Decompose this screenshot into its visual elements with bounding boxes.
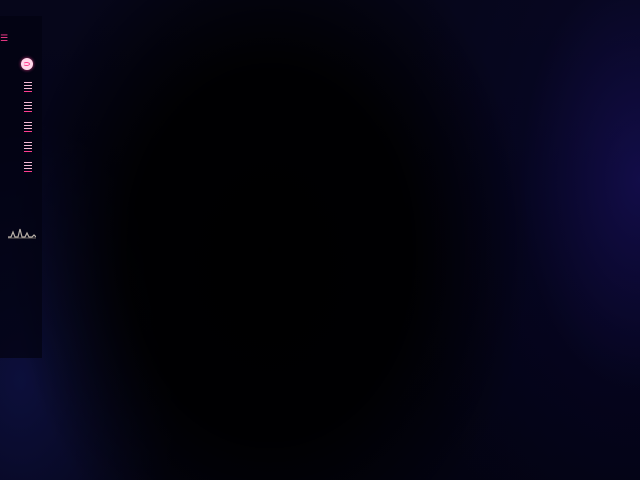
sidebar-item-list-3[interactable]	[18, 116, 36, 136]
list-icon	[24, 160, 32, 173]
screen: ☰	[0, 0, 640, 480]
waveform-svg	[8, 228, 36, 239]
list-icon	[24, 140, 32, 153]
sidebar-item-home[interactable]	[18, 56, 36, 76]
waveform-icon	[8, 225, 36, 243]
list-icon	[24, 100, 32, 113]
sidebar-item-list-4[interactable]	[18, 136, 36, 156]
sidebar: ☰	[0, 16, 42, 358]
waveform-line	[8, 228, 36, 238]
sidebar-item-list-5[interactable]	[18, 156, 36, 176]
sidebar-item-list-2[interactable]	[18, 96, 36, 116]
sidebar-nav	[18, 56, 36, 176]
list-icon	[24, 80, 32, 93]
home-icon	[21, 58, 33, 70]
list-icon	[24, 120, 32, 133]
sidebar-item-list-1[interactable]	[18, 76, 36, 96]
menu-icon[interactable]: ☰	[0, 34, 10, 44]
video-surface[interactable]	[0, 0, 640, 480]
